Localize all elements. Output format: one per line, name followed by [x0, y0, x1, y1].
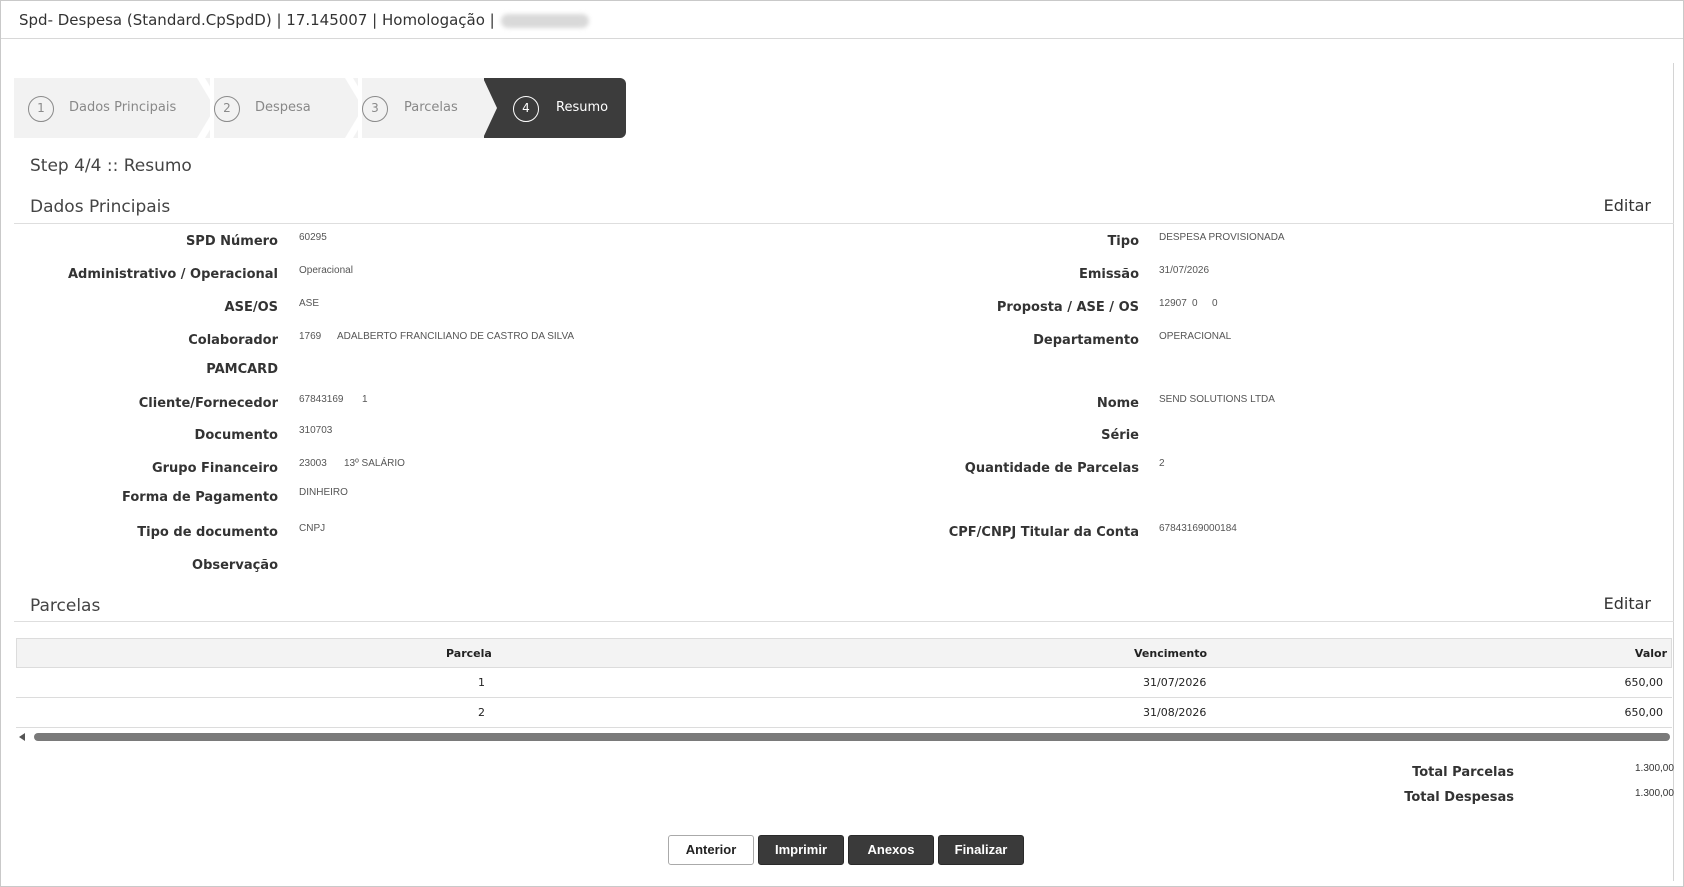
emissao-label: Emissão: [1078, 267, 1139, 282]
proposta-label: Proposta / ASE / OS: [996, 300, 1139, 315]
window-title: Spd- Despesa (Standard.CpSpdD) | 17.1450…: [19, 11, 589, 29]
colaborador-name: ADALBERTO FRANCILIANO DE CASTRO DA SILVA: [337, 331, 575, 342]
step-label: Parcelas: [404, 100, 458, 115]
cpf-cnpj-titular-value: 67843169000184: [1159, 523, 1237, 534]
scrollbar-thumb[interactable]: [34, 733, 1670, 741]
imprimir-button[interactable]: Imprimir: [758, 835, 844, 865]
documento-value: 310703: [299, 425, 333, 436]
total-parcelas-value: 1.300,00: [1635, 763, 1674, 774]
spd-numero-value: 60295: [299, 232, 327, 243]
table-horizontal-scrollbar[interactable]: [16, 731, 1672, 743]
app-window: Spd- Despesa (Standard.CpSpdD) | 17.1450…: [0, 0, 1684, 887]
ase-os-label: ASE/OS: [224, 300, 278, 315]
adm-op-value: Operacional: [299, 265, 353, 276]
step-title: Step 4/4 :: Resumo: [30, 156, 192, 176]
column-header-vencimento[interactable]: Vencimento: [1134, 647, 1207, 660]
total-despesas-value: 1.300,00: [1635, 788, 1674, 799]
colaborador-code: 1769: [299, 331, 322, 342]
serie-label: Série: [1101, 428, 1139, 443]
proposta-os: 0: [1212, 298, 1218, 309]
anexos-button[interactable]: Anexos: [848, 835, 934, 865]
step-label: Dados Principais: [69, 100, 177, 115]
title-bar: Spd- Despesa (Standard.CpSpdD) | 17.1450…: [1, 1, 1683, 39]
wizard-step-despesa[interactable]: 2 Despesa: [214, 78, 358, 138]
cliente-fornecedor-label: Cliente/Fornecedor: [138, 396, 278, 411]
finalizar-button[interactable]: Finalizar: [938, 835, 1024, 865]
forma-pagamento-value: DINHEIRO: [299, 487, 348, 498]
proposta-ase: 0: [1192, 298, 1198, 309]
step-number: 1: [28, 96, 54, 122]
emissao-value: 31/07/2026: [1159, 265, 1210, 276]
cell-vencimento: 31/07/2026: [1143, 676, 1207, 689]
tipo-value: DESPESA PROVISIONADA: [1159, 232, 1285, 243]
total-parcelas-label: Total Parcelas: [1412, 765, 1514, 780]
step-number: 2: [214, 96, 240, 122]
pamcard-label: PAMCARD: [206, 362, 278, 377]
section-title-dados-principais: Dados Principais: [30, 197, 171, 217]
grupo-financeiro-label: Grupo Financeiro: [151, 461, 278, 476]
wizard-steps: 1 Dados Principais 2 Despesa 3 Parcelas …: [14, 78, 1674, 140]
main-content: 1 Dados Principais 2 Despesa 3 Parcelas …: [14, 63, 1674, 881]
table-row[interactable]: 1 31/07/2026 650,00: [16, 668, 1672, 698]
forma-pagamento-label: Forma de Pagamento: [122, 490, 278, 505]
tipo-label: Tipo: [1107, 234, 1139, 249]
table-header: Parcela Vencimento Valor: [16, 638, 1672, 668]
cell-parcela: 2: [478, 706, 485, 719]
departamento-label: Departamento: [1033, 333, 1139, 348]
step-separator-icon: [483, 78, 497, 138]
cpf-cnpj-titular-label: CPF/CNPJ Titular da Conta: [948, 525, 1139, 540]
cell-parcela: 1: [478, 676, 485, 689]
scroll-left-icon[interactable]: [19, 733, 25, 741]
colaborador-label: Colaborador: [188, 333, 278, 348]
nome-label: Nome: [1096, 396, 1139, 411]
step-number: 4: [513, 96, 539, 122]
wizard-step-dados-principais[interactable]: 1 Dados Principais: [14, 78, 210, 138]
cliente-fornecedor-seq: 1: [362, 394, 368, 405]
ase-os-value: ASE: [299, 298, 320, 309]
step-label: Resumo: [556, 100, 609, 115]
quantidade-parcelas-value: 2: [1159, 458, 1165, 469]
tipo-documento-value: CNPJ: [299, 523, 326, 534]
section-title-parcelas: Parcelas: [30, 596, 101, 616]
total-despesas-label: Total Despesas: [1404, 790, 1514, 805]
spd-numero-label: SPD Número: [185, 234, 278, 249]
grupo-financeiro-code: 23003: [299, 458, 327, 469]
wizard-step-parcelas[interactable]: 3 Parcelas: [362, 78, 494, 138]
step-number: 3: [362, 96, 388, 122]
documento-label: Documento: [194, 428, 278, 443]
section-divider: [14, 621, 1674, 622]
edit-dados-principais-link[interactable]: Editar: [1604, 196, 1651, 215]
cell-valor: 650,00: [1624, 676, 1664, 689]
anterior-button[interactable]: Anterior: [668, 835, 754, 865]
grupo-financeiro-name: 13º SALÁRIO: [344, 458, 405, 469]
observacao-label: Observação: [192, 558, 278, 573]
edit-parcelas-link[interactable]: Editar: [1604, 594, 1651, 613]
section-divider: [14, 223, 1674, 224]
redacted-environment: [500, 13, 589, 28]
table-row[interactable]: 2 31/08/2026 650,00: [16, 698, 1672, 728]
tipo-documento-label: Tipo de documento: [137, 525, 278, 540]
departamento-value: OPERACIONAL: [1159, 331, 1232, 342]
column-header-parcela[interactable]: Parcela: [446, 647, 492, 660]
adm-op-label: Administrativo / Operacional: [67, 267, 278, 282]
step-label: Despesa: [255, 100, 311, 115]
proposta-value: 12907: [1159, 298, 1187, 309]
cliente-fornecedor-code: 67843169: [299, 394, 344, 405]
parcelas-table: Parcela Vencimento Valor 1 31/07/2026 65…: [16, 638, 1672, 728]
cell-vencimento: 31/08/2026: [1143, 706, 1207, 719]
nome-value: SEND SOLUTIONS LTDA: [1159, 394, 1275, 405]
cell-valor: 650,00: [1624, 706, 1664, 719]
column-header-valor[interactable]: Valor: [1635, 647, 1667, 660]
quantidade-parcelas-label: Quantidade de Parcelas: [964, 461, 1139, 476]
